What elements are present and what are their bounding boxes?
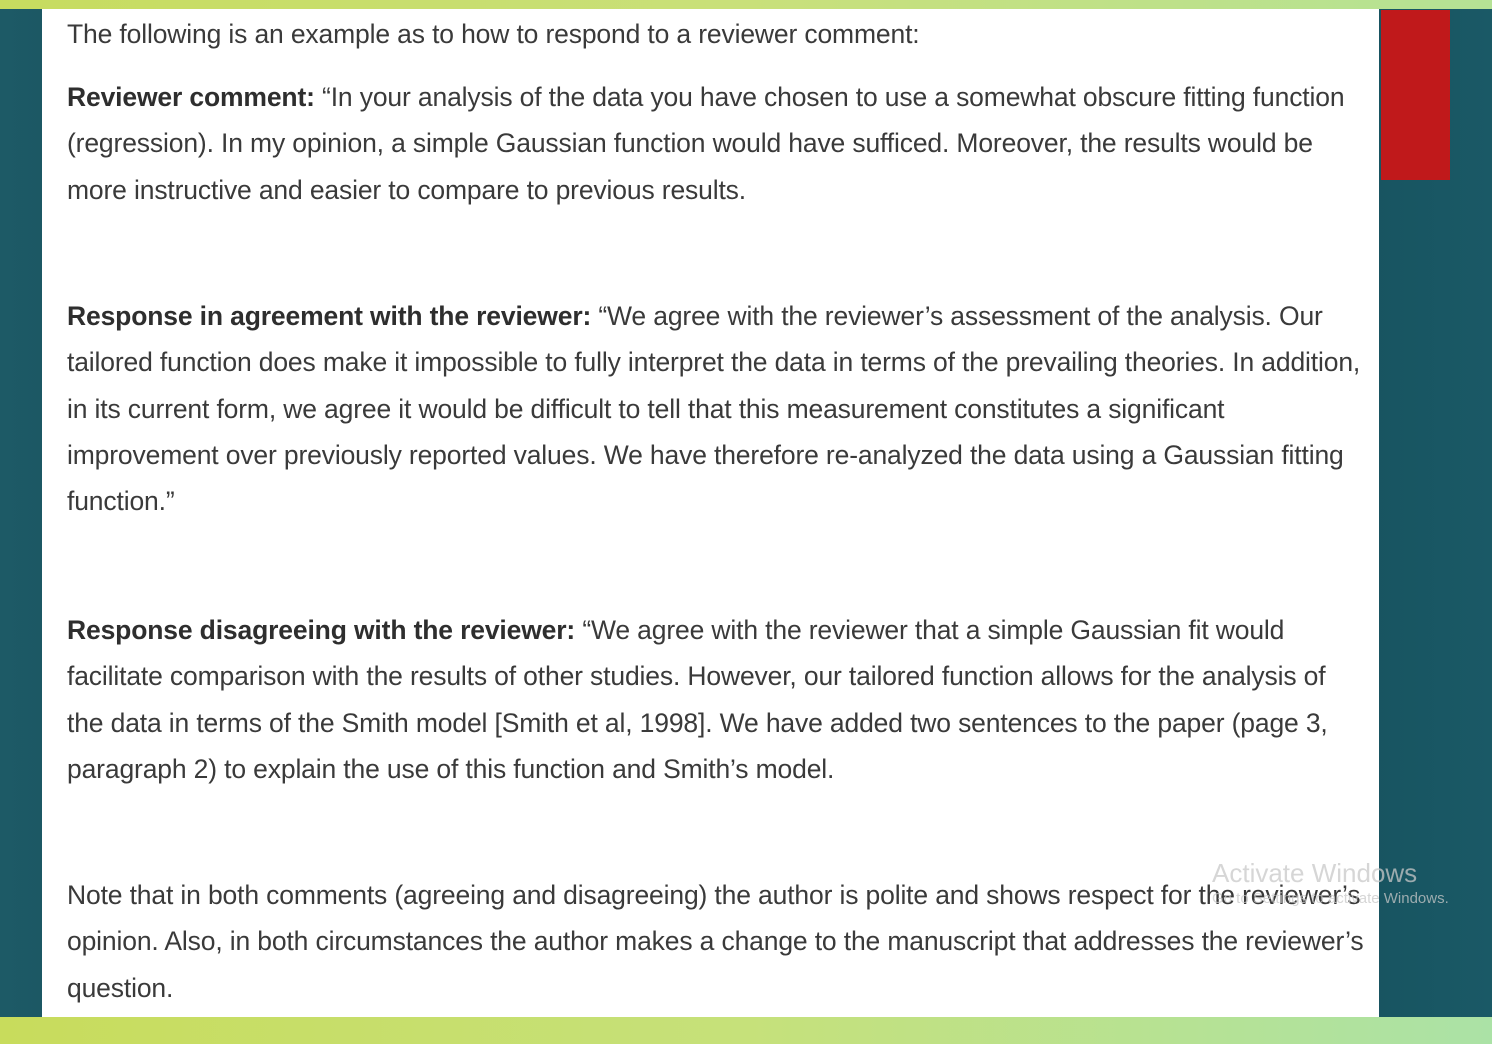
intro-paragraph: The following is an example as to how to… xyxy=(67,19,920,49)
reviewer-comment-label: Reviewer comment: xyxy=(67,82,315,112)
response-agree-paragraph: Response in agreement with the reviewer:… xyxy=(67,293,1367,524)
red-accent-block xyxy=(1381,10,1450,180)
response-disagree-paragraph: Response disagreeing with the reviewer: … xyxy=(67,607,1367,792)
document-page: The following is an example as to how to… xyxy=(42,9,1379,1017)
note-paragraph: Note that in both comments (agreeing and… xyxy=(67,880,1364,1003)
response-agree-label: Response in agreement with the reviewer: xyxy=(67,301,592,331)
top-accent-strip xyxy=(0,0,1492,9)
bottom-accent-strip xyxy=(0,1017,1492,1044)
response-agree-text: “We agree with the reviewer’s assessment… xyxy=(67,301,1361,517)
reviewer-comment-paragraph: Reviewer comment: “In your analysis of t… xyxy=(67,74,1367,213)
response-disagree-label: Response disagreeing with the reviewer: xyxy=(67,615,576,645)
